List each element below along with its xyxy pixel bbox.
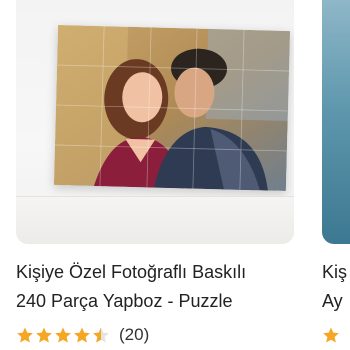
next-product-title[interactable]: Kiş Ay — [322, 258, 350, 316]
star-icon — [74, 327, 90, 343]
product-title[interactable]: Kişiye Özel Fotoğraflı Baskılı 240 Parça… — [16, 258, 316, 316]
product-title-line1: Kişiye Özel Fotoğraflı Baskılı — [16, 262, 247, 282]
rating: (20) — [16, 323, 149, 347]
star-half-icon — [93, 327, 109, 343]
next-product-rating — [322, 326, 341, 349]
next-product-image[interactable] — [322, 0, 350, 244]
star-icon — [36, 327, 52, 343]
product-title-line2: 240 Parça Yapboz - Puzzle — [16, 291, 233, 311]
next-product-title-line1: Kiş — [322, 262, 348, 282]
star-icon — [55, 327, 71, 343]
product-image[interactable] — [16, 0, 294, 244]
shelf — [16, 196, 294, 244]
star-icon — [17, 327, 33, 343]
next-product-title-line2: Ay — [322, 291, 343, 311]
review-count: (20) — [119, 325, 150, 344]
puzzle-photo — [53, 24, 291, 192]
star-icon — [323, 327, 339, 343]
